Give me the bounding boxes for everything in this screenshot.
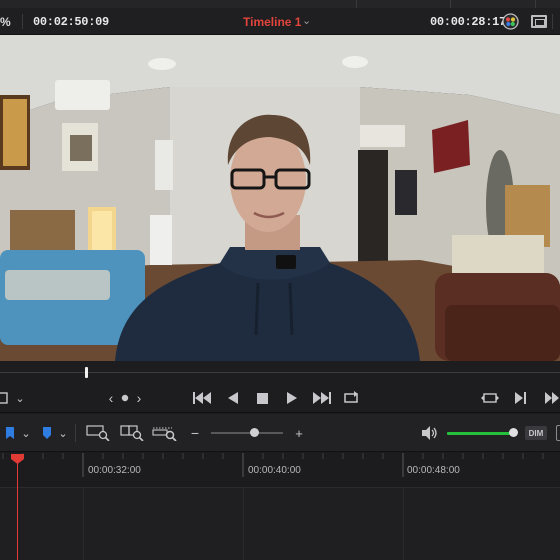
play-icon[interactable] (285, 389, 299, 407)
viewer-options-icon[interactable] (0, 389, 10, 407)
custom-zoom-icon[interactable] (152, 425, 178, 441)
divider (552, 14, 553, 29)
chevron-down-icon[interactable]: ⌄ (58, 426, 68, 440)
next-marker-icon[interactable]: › (134, 389, 144, 407)
scrub-handle[interactable] (85, 367, 88, 378)
tab-divider (450, 0, 451, 8)
full-extent-zoom-icon[interactable] (86, 425, 110, 441)
jump-to-start-icon[interactable] (192, 389, 212, 407)
viewer-image (0, 35, 560, 361)
stop-icon[interactable] (255, 389, 269, 407)
play-reverse-icon[interactable] (226, 389, 240, 407)
timeline-name[interactable]: Timeline 1 (243, 15, 301, 29)
divider (22, 14, 23, 29)
audio-skip-icon[interactable] (544, 389, 560, 407)
playhead-handle[interactable] (11, 454, 24, 464)
zoom-out-icon[interactable]: − (190, 425, 200, 441)
monitor-icon[interactable] (531, 15, 547, 28)
transport-controls: ⌄ ‹ › (0, 383, 560, 413)
volume-knob[interactable] (509, 428, 518, 437)
volume-slider[interactable] (447, 432, 513, 435)
prev-marker-icon[interactable]: ‹ (106, 389, 116, 407)
loop-icon[interactable] (341, 389, 361, 407)
jump-to-end-icon[interactable] (312, 389, 332, 407)
tab-divider (535, 0, 536, 8)
ruler-label: 00:00:48:00 (407, 465, 460, 476)
video-frame (0, 35, 560, 361)
top-page-tabs (0, 0, 560, 8)
ruler-label: 00:00:40:00 (248, 465, 301, 476)
grid-line (83, 488, 84, 560)
ruler-label: 00:00:32:00 (88, 465, 141, 476)
chevron-down-icon[interactable]: ⌄ (21, 426, 31, 440)
grid-line (243, 488, 244, 560)
match-frame-icon[interactable] (480, 389, 500, 407)
speaker-icon[interactable] (422, 426, 438, 440)
detail-zoom-icon[interactable] (120, 425, 144, 441)
marker-dot-icon[interactable] (120, 389, 130, 407)
tab-divider (356, 0, 357, 8)
panel-edge-button[interactable] (556, 425, 560, 441)
record-timecode: 00:00:28:17 (430, 15, 506, 29)
marker-icon[interactable] (42, 427, 52, 439)
timeline-tracks[interactable] (0, 488, 560, 560)
chevron-down-icon[interactable]: ⌄ (302, 14, 311, 27)
grid-line (403, 488, 404, 560)
zoom-level[interactable]: % (0, 15, 11, 29)
zoom-in-icon[interactable]: + (293, 426, 305, 441)
divider (75, 424, 76, 442)
viewer-scrub-bar[interactable] (0, 361, 560, 383)
timeline-ruler[interactable]: 00:00:32:00 00:00:40:00 00:00:48:00 (0, 453, 560, 488)
flag-icon[interactable] (5, 427, 15, 439)
color-wheel-icon[interactable] (502, 13, 519, 30)
timeline-zoom-slider[interactable] (211, 432, 283, 434)
next-edit-icon[interactable] (513, 389, 529, 407)
scrub-track[interactable] (0, 372, 560, 373)
source-timecode: 00:02:50:09 (33, 15, 109, 29)
chevron-down-icon[interactable]: ⌄ (14, 389, 26, 407)
playhead-line[interactable] (17, 462, 18, 560)
viewer-header: % 00:02:50:09 Timeline 1 ⌄ 00:00:28:17 (0, 8, 560, 35)
timeline-zoom-knob[interactable] (250, 428, 259, 437)
dim-button[interactable]: DIM (525, 426, 547, 440)
